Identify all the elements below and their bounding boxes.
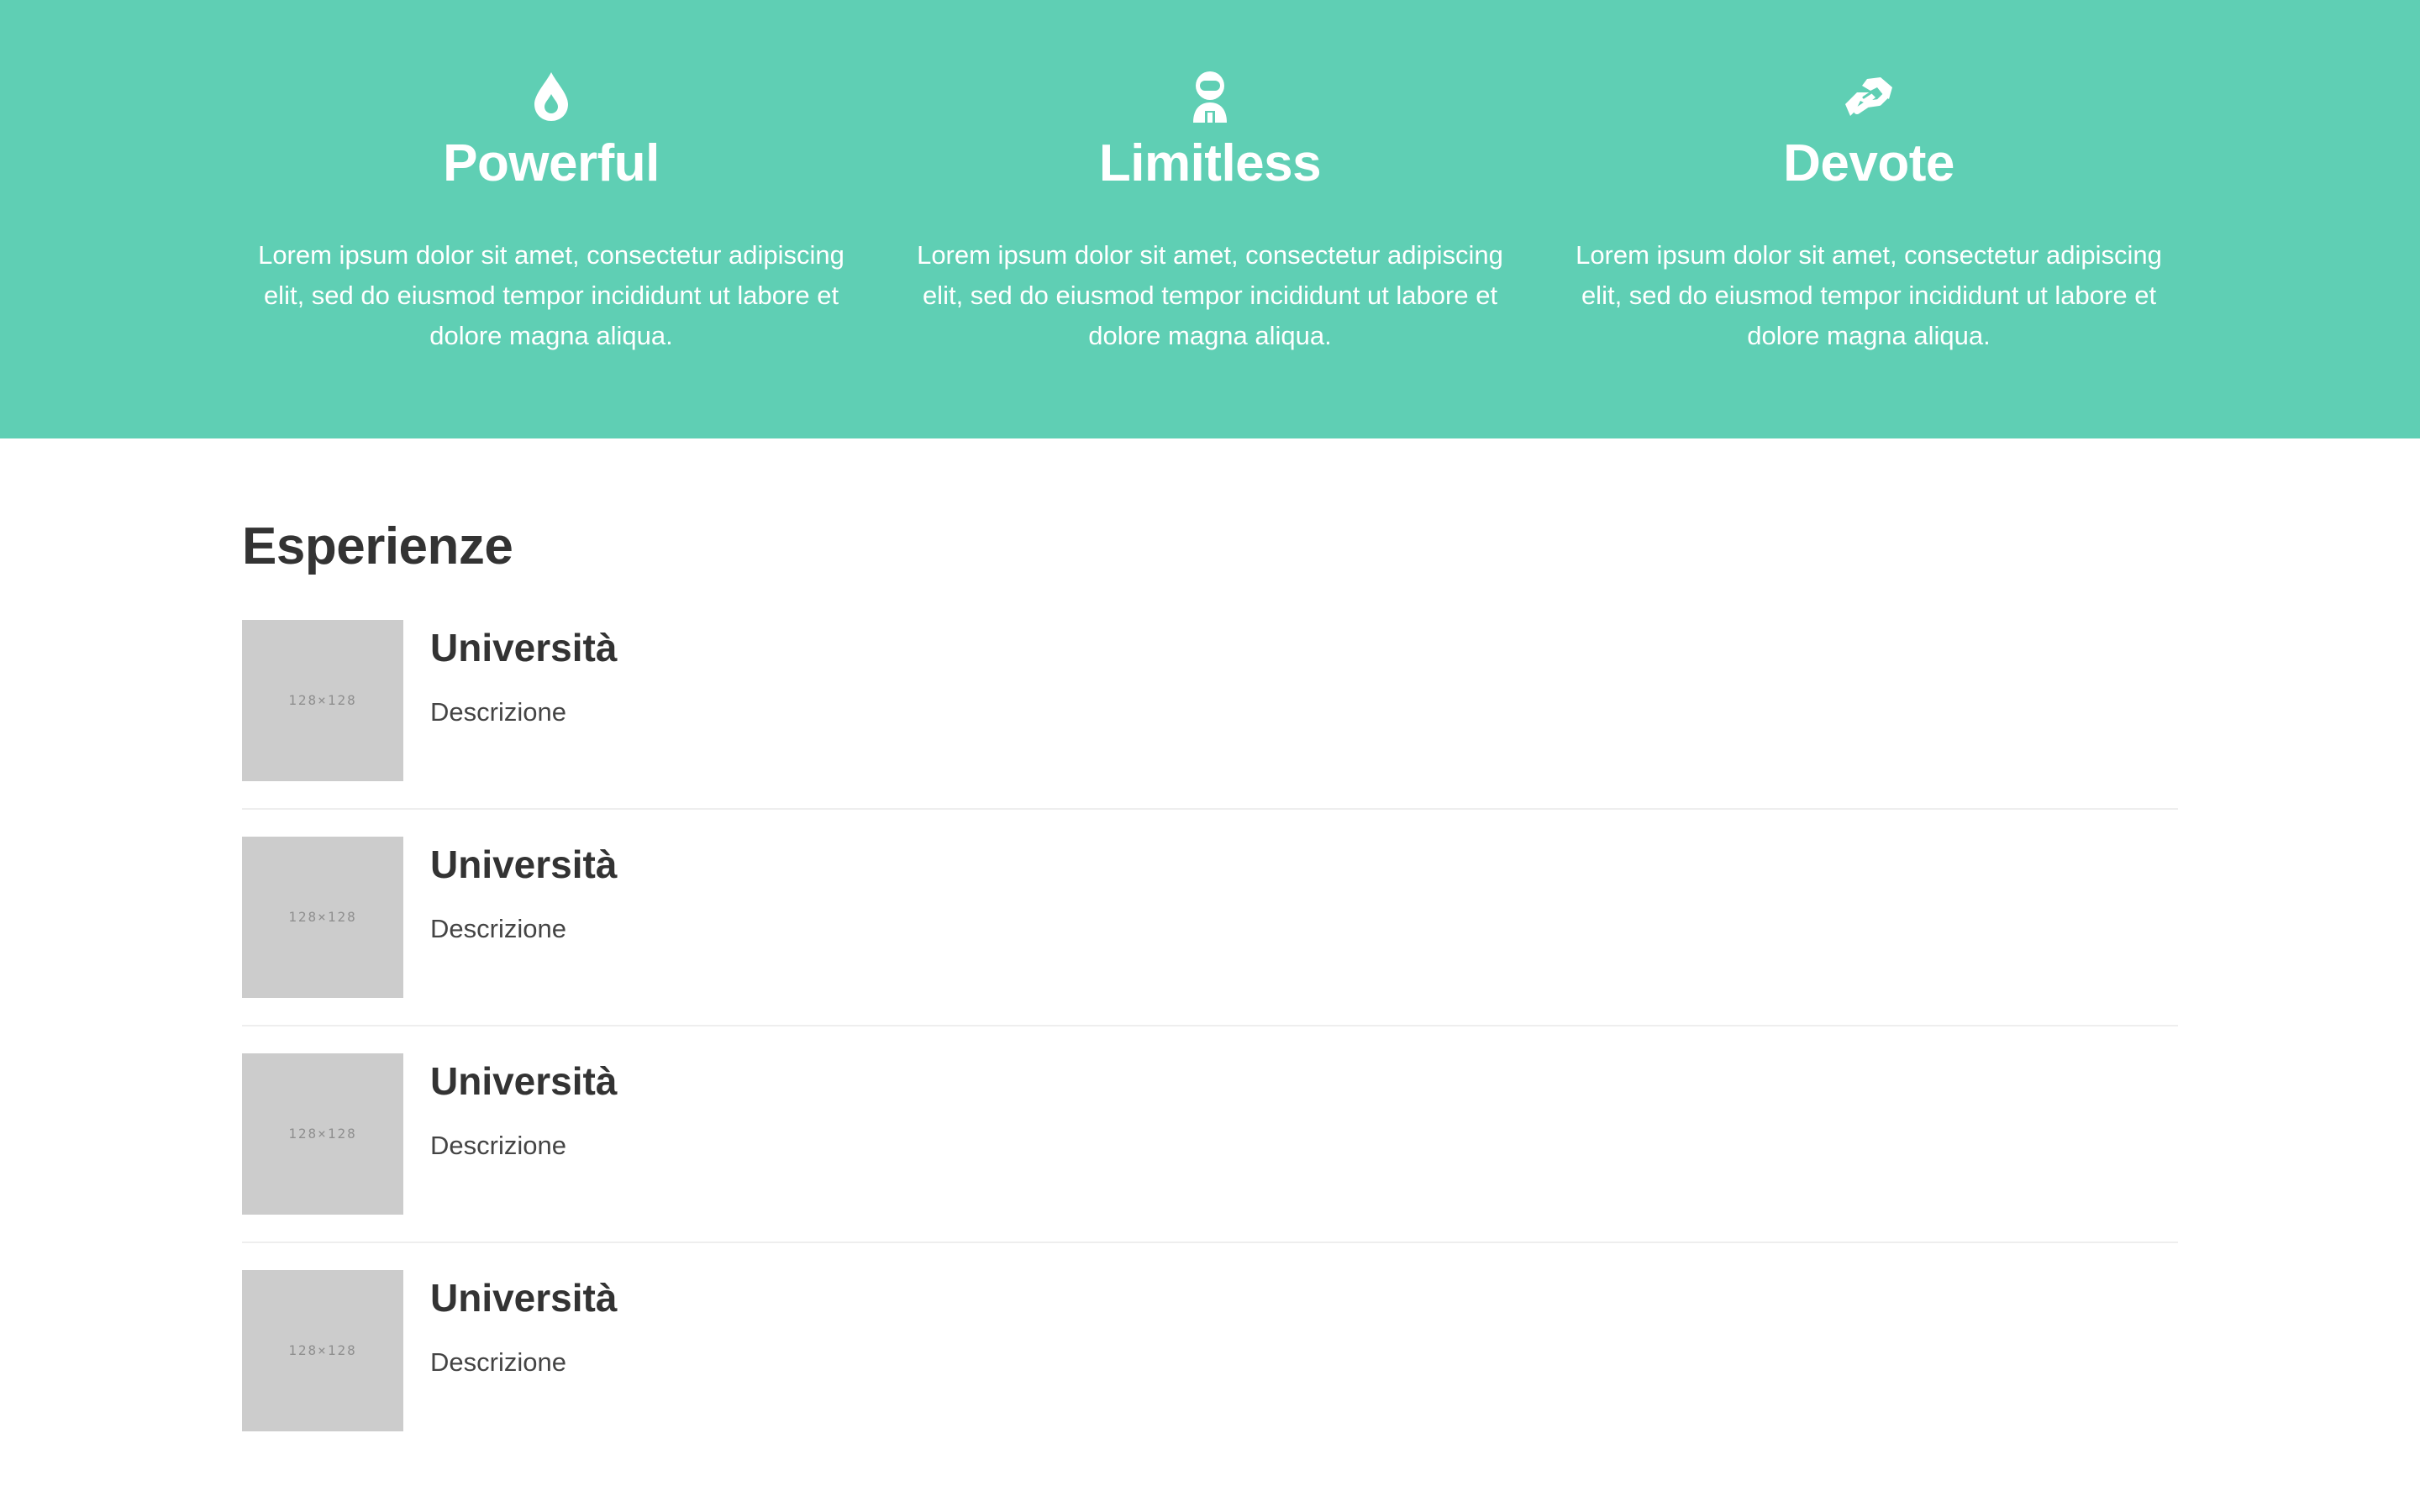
experience-description: Descrizione xyxy=(430,1131,566,1160)
thumbnail-size-label: 128×128 xyxy=(288,1126,357,1142)
experience-item: 128×128 Università Descrizione xyxy=(242,1053,2178,1270)
astronaut-icon xyxy=(1193,71,1227,123)
experience-title: Università xyxy=(430,626,618,669)
divider xyxy=(242,1242,2178,1243)
thumbnail-placeholder: 128×128 xyxy=(242,620,403,781)
divider xyxy=(242,1025,2178,1026)
experience-title: Università xyxy=(430,1059,618,1103)
thumbnail-placeholder: 128×128 xyxy=(242,1053,403,1215)
thumbnail-size-label: 128×128 xyxy=(288,692,357,708)
divider xyxy=(242,808,2178,810)
experience-description: Descrizione xyxy=(430,1347,566,1377)
feature-description: Lorem ipsum dolor sit amet, consectetur … xyxy=(258,240,844,350)
feature-title: Powerful xyxy=(443,134,660,192)
experience-title: Università xyxy=(430,843,618,886)
features-hero: Powerful Lorem ipsum dolor sit amet, con… xyxy=(0,0,2420,438)
feature-description: Lorem ipsum dolor sit amet, consectetur … xyxy=(917,240,1503,350)
feature-limitless: Limitless Lorem ipsum dolor sit amet, co… xyxy=(908,67,1512,356)
experience-item: 128×128 Università Descrizione xyxy=(242,837,2178,1053)
thumbnail-size-label: 128×128 xyxy=(288,909,357,925)
feature-devote: Devote Lorem ipsum dolor sit amet, conse… xyxy=(1566,67,2171,356)
feature-title: Devote xyxy=(1783,134,1954,192)
thumbnail-size-label: 128×128 xyxy=(288,1342,357,1358)
feature-powerful: Powerful Lorem ipsum dolor sit amet, con… xyxy=(249,67,854,356)
experience-item: 128×128 Università Descrizione xyxy=(242,1270,2178,1487)
experience-description: Descrizione xyxy=(430,697,566,727)
water-drop-icon xyxy=(534,72,568,121)
thumbnail-placeholder: 128×128 xyxy=(242,837,403,998)
thumbnail-placeholder: 128×128 xyxy=(242,1270,403,1431)
experience-description: Descrizione xyxy=(430,914,566,943)
section-title-esperienze: Esperienze xyxy=(242,517,513,575)
experience-item: 128×128 Università Descrizione xyxy=(242,620,2178,837)
feature-title: Limitless xyxy=(1098,134,1322,192)
handshake-icon xyxy=(1845,77,1892,116)
experience-title: Università xyxy=(430,1276,618,1320)
feature-description: Lorem ipsum dolor sit amet, consectetur … xyxy=(1576,240,2162,350)
